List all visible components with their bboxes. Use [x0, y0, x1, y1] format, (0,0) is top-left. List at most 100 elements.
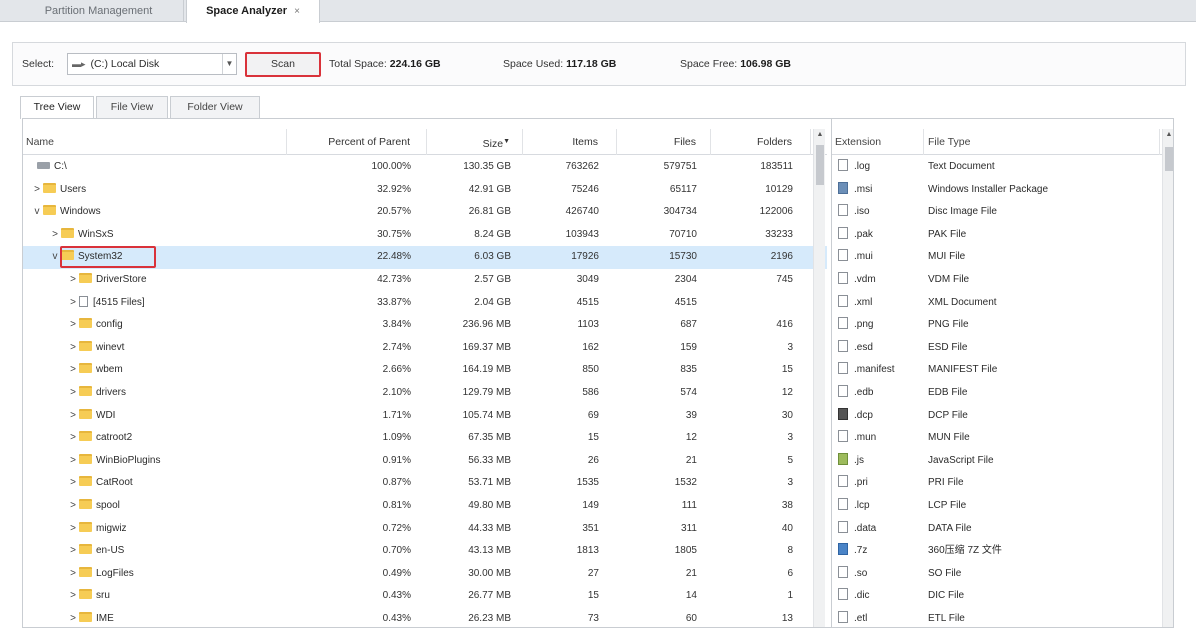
tree-row[interactable]: > migwiz 0.72% 44.33 MB 351 311 40: [23, 518, 827, 541]
drive-select[interactable]: ▬▸ (C:) Local Disk ▼: [67, 53, 237, 75]
close-tab-icon[interactable]: ×: [294, 6, 300, 17]
expand-chevron-icon[interactable]: >: [67, 269, 79, 292]
tree-row[interactable]: > DriverStore 42.73% 2.57 GB 3049 2304 745: [23, 269, 827, 292]
tree-cell-items: 162: [582, 341, 599, 353]
extension-row[interactable]: .so SO File: [832, 563, 1162, 586]
tree-row[interactable]: v Windows 20.57% 26.81 GB 426740 304734 122006: [23, 201, 827, 224]
expand-chevron-icon[interactable]: >: [67, 382, 79, 405]
scroll-up-icon[interactable]: ▲: [1163, 131, 1173, 138]
extension-row[interactable]: .manifest MANIFEST File: [832, 359, 1162, 382]
extension-scrollbar[interactable]: ▲: [1162, 129, 1173, 627]
expand-chevron-icon[interactable]: >: [67, 427, 79, 450]
expand-chevron-icon[interactable]: >: [31, 179, 43, 202]
extension-row[interactable]: .data DATA File: [832, 518, 1162, 541]
extension-row[interactable]: .dcp DCP File: [832, 405, 1162, 428]
drive-icon: [37, 162, 50, 169]
extension-row[interactable]: .7z 360压缩 7Z 文件: [832, 540, 1162, 563]
expand-chevron-icon[interactable]: >: [67, 495, 79, 518]
extension-row[interactable]: .lcp LCP File: [832, 495, 1162, 518]
expand-chevron-icon[interactable]: >: [67, 540, 79, 563]
extension-row[interactable]: .js JavaScript File: [832, 450, 1162, 473]
tree-row-name: > spool: [23, 495, 285, 518]
collapse-chevron-icon[interactable]: v: [31, 201, 43, 224]
folder-icon: [79, 476, 92, 487]
dropdown-arrow-icon[interactable]: ▼: [222, 54, 236, 74]
extension-cell: .dic: [838, 585, 924, 608]
tree-row[interactable]: > winevt 2.74% 169.37 MB 162 159 3: [23, 337, 827, 360]
expand-chevron-icon[interactable]: >: [67, 405, 79, 428]
extension-row[interactable]: .pak PAK File: [832, 224, 1162, 247]
tree-row[interactable]: > CatRoot 0.87% 53.71 MB 1535 1532 3: [23, 472, 827, 495]
col-files[interactable]: Files: [617, 129, 711, 155]
extension-row[interactable]: .msi Windows Installer Package: [832, 179, 1162, 202]
tree-row[interactable]: > LogFiles 0.49% 30.00 MB 27 21 6: [23, 563, 827, 586]
tree-row[interactable]: > catroot2 1.09% 67.35 MB 15 12 3: [23, 427, 827, 450]
tree-row[interactable]: > sru 0.43% 26.77 MB 15 14 1: [23, 585, 827, 608]
extension-row[interactable]: .esd ESD File: [832, 337, 1162, 360]
tab-space-analyzer[interactable]: Space Analyzer ×: [186, 0, 320, 23]
extension-row[interactable]: .mui MUI File: [832, 246, 1162, 269]
extension-row[interactable]: .png PNG File: [832, 314, 1162, 337]
expand-chevron-icon[interactable]: >: [67, 563, 79, 586]
tree-row-label: sru: [96, 590, 110, 602]
extension-row[interactable]: .vdm VDM File: [832, 269, 1162, 292]
tab-file-view[interactable]: File View: [96, 96, 168, 118]
col-file-type[interactable]: File Type: [924, 129, 1160, 155]
tree-row[interactable]: > drivers 2.10% 129.79 MB 586 574 12: [23, 382, 827, 405]
tree-scrollbar[interactable]: ▲: [813, 129, 826, 627]
extension-cell: .vdm: [838, 269, 924, 292]
tree-row[interactable]: > IME 0.43% 26.23 MB 73 60 13: [23, 608, 827, 627]
tree-row[interactable]: > en-US 0.70% 43.13 MB 1813 1805 8: [23, 540, 827, 563]
expand-chevron-icon[interactable]: >: [67, 292, 79, 315]
tree-row[interactable]: > Users 32.92% 42.91 GB 75246 65117 10129: [23, 179, 827, 202]
tree-row[interactable]: > WDI 1.71% 105.74 MB 69 39 30: [23, 405, 827, 428]
col-size[interactable]: Size▼: [427, 129, 523, 155]
tree-row[interactable]: > WinBioPlugins 0.91% 56.33 MB 26 21 5: [23, 450, 827, 473]
extension-scrollbar-thumb[interactable]: [1165, 147, 1173, 171]
col-percent[interactable]: Percent of Parent: [287, 129, 427, 155]
extension-row[interactable]: .etl ETL File: [832, 608, 1162, 627]
expand-chevron-icon[interactable]: >: [67, 472, 79, 495]
expand-chevron-icon[interactable]: >: [67, 585, 79, 608]
expand-chevron-icon[interactable]: >: [49, 224, 61, 247]
file-type-label: Windows Installer Package: [928, 183, 1049, 195]
tree-row-name: > WinSxS: [23, 224, 285, 247]
tree-row[interactable]: > spool 0.81% 49.80 MB 149 111 38: [23, 495, 827, 518]
expand-chevron-icon[interactable]: >: [67, 608, 79, 627]
extension-row[interactable]: .log Text Document: [832, 156, 1162, 179]
expand-chevron-icon[interactable]: >: [67, 450, 79, 473]
tree-row[interactable]: > [4515 Files] 33.87% 2.04 GB 4515 4515: [23, 292, 827, 315]
extension-row[interactable]: .iso Disc Image File: [832, 201, 1162, 224]
expand-chevron-icon[interactable]: >: [67, 314, 79, 337]
tab-partition-management[interactable]: Partition Management: [14, 0, 184, 22]
extension-row[interactable]: .pri PRI File: [832, 472, 1162, 495]
tab-folder-view[interactable]: Folder View: [170, 96, 260, 118]
file-type-icon: [838, 610, 848, 623]
tree-cell-items: 73: [587, 612, 599, 624]
tree-row[interactable]: > wbem 2.66% 164.19 MB 850 835 15: [23, 359, 827, 382]
tab-tree-view[interactable]: Tree View: [20, 96, 94, 119]
tree-cell-size: 105.74 MB: [462, 409, 511, 421]
col-items[interactable]: Items: [523, 129, 617, 155]
tree-cell-pct: 0.72%: [382, 522, 411, 534]
col-name[interactable]: Name: [23, 129, 287, 155]
col-folders[interactable]: Folders: [711, 129, 811, 155]
scroll-up-icon[interactable]: ▲: [814, 131, 826, 138]
expand-chevron-icon[interactable]: >: [67, 518, 79, 541]
extension-cell: .msi: [838, 179, 924, 202]
col-extension[interactable]: Extension: [832, 129, 924, 155]
tree-row[interactable]: v System32 22.48% 6.03 GB 17926 15730 2196: [23, 246, 827, 269]
tree-row[interactable]: > WinSxS 30.75% 8.24 GB 103943 70710 33233: [23, 224, 827, 247]
tree-row[interactable]: > config 3.84% 236.96 MB 1103 687 416: [23, 314, 827, 337]
tree-scrollbar-thumb[interactable]: [816, 145, 824, 185]
extension-label: .manifest: [854, 364, 895, 376]
extension-row[interactable]: .xml XML Document: [832, 292, 1162, 315]
extension-row[interactable]: .dic DIC File: [832, 585, 1162, 608]
expand-chevron-icon[interactable]: >: [67, 337, 79, 360]
extension-row[interactable]: .mun MUN File: [832, 427, 1162, 450]
tree-cell-files: 1805: [674, 545, 697, 557]
scan-button[interactable]: Scan: [245, 52, 321, 77]
extension-row[interactable]: .edb EDB File: [832, 382, 1162, 405]
tree-row[interactable]: C:\ 100.00% 130.35 GB 763262 579751 183511: [23, 156, 827, 179]
expand-chevron-icon[interactable]: >: [67, 359, 79, 382]
